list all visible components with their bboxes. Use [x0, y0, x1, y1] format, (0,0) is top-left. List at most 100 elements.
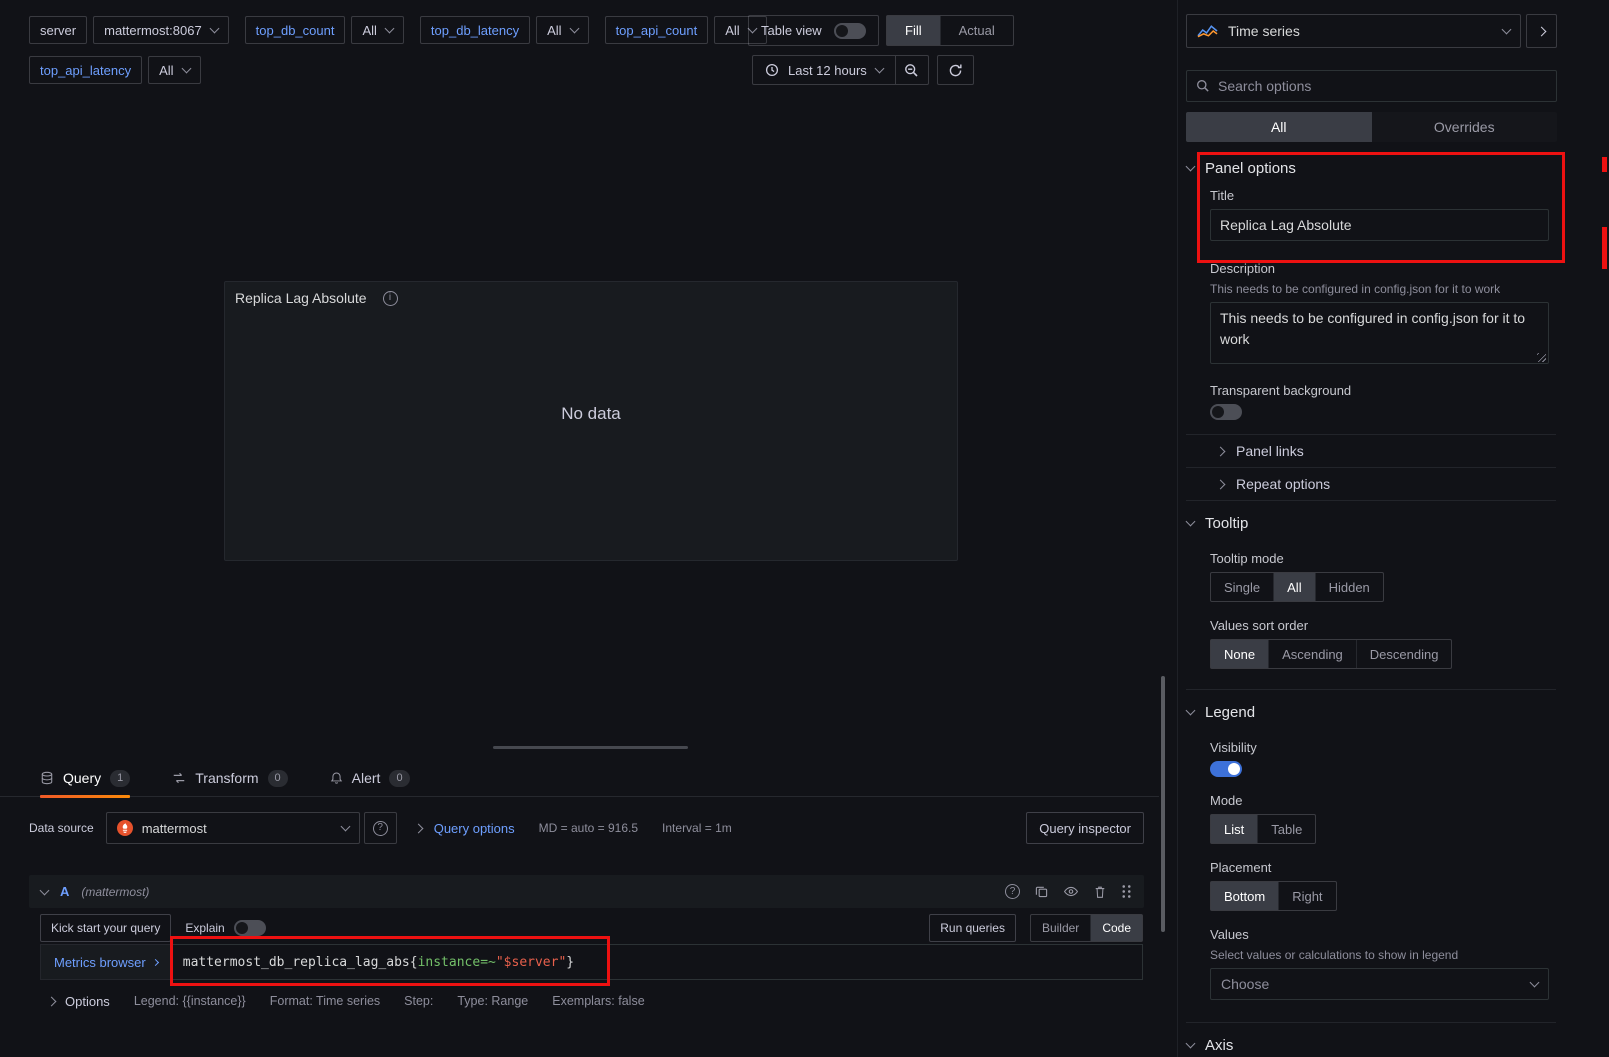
duplicate-query-icon[interactable]	[1035, 885, 1048, 898]
legend-mode-label: Mode	[1210, 793, 1556, 808]
tooltip-mode-single[interactable]: Single	[1211, 573, 1273, 601]
type-option: Type: Range	[457, 994, 528, 1008]
editor-tabs: Query 1 Transform 0 Alert 0	[0, 760, 1159, 797]
help-icon[interactable]: ?	[1005, 884, 1020, 899]
legend-header[interactable]: Legend	[1186, 700, 1556, 724]
chevron-right-icon	[1216, 446, 1226, 456]
tooltip-header[interactable]: Tooltip	[1186, 511, 1556, 535]
refresh-dashboard-button[interactable]	[937, 55, 974, 85]
zoom-out-time-button[interactable]	[896, 55, 929, 85]
legend-placement-field: Placement Bottom Right	[1210, 860, 1556, 911]
sort-descending[interactable]: Descending	[1356, 640, 1452, 668]
query-row-header[interactable]: A (mattermost) ?	[29, 875, 1144, 908]
query-options-md: MD = auto = 916.5	[539, 821, 638, 835]
visualization-picker[interactable]: Time series	[1186, 14, 1521, 48]
variable-picker-server[interactable]: mattermost:8067	[93, 16, 229, 44]
placement-right[interactable]: Right	[1278, 882, 1335, 910]
repeat-options-section[interactable]: Repeat options	[1186, 467, 1556, 500]
legend-values-select[interactable]: Choose	[1210, 968, 1549, 1000]
promql-query-input[interactable]: mattermost_db_replica_lag_abs{instance=~…	[171, 944, 1143, 980]
brace-token: {	[410, 955, 418, 970]
fill-option[interactable]: Fill	[887, 16, 940, 45]
description-hint: This needs to be configured in config.js…	[1210, 282, 1556, 297]
variable-picker-top-api-latency[interactable]: All	[148, 56, 200, 84]
datasource-help-button[interactable]: ?	[364, 812, 397, 844]
string-token: "$server"	[496, 955, 566, 970]
table-view-toggle[interactable]	[834, 23, 866, 39]
legend-mode-list[interactable]: List	[1211, 815, 1257, 843]
transparent-background-toggle[interactable]	[1210, 404, 1242, 420]
delete-query-icon[interactable]	[1094, 885, 1106, 899]
metrics-browser-button[interactable]: Metrics browser	[40, 944, 171, 980]
code-mode-option[interactable]: Code	[1090, 915, 1142, 941]
variable-top-db-count: top_db_count All	[245, 16, 404, 44]
variable-label-top-api-count: top_api_count	[605, 16, 709, 44]
tooltip-mode-hidden[interactable]: Hidden	[1315, 573, 1383, 601]
time-range-picker[interactable]: Last 12 hours	[752, 55, 896, 85]
pane-resize-handle[interactable]	[493, 746, 688, 749]
tab-transform[interactable]: Transform 0	[172, 760, 287, 797]
tab-label: Transform	[195, 770, 258, 786]
tooltip-mode-all[interactable]: All	[1273, 573, 1314, 601]
query-options-toggle[interactable]: Query options MD = auto = 916.5 Interval…	[415, 821, 732, 836]
scrollbar-thumb[interactable]	[1161, 676, 1165, 932]
chevron-down-icon	[181, 64, 191, 74]
panel-description-textarea[interactable]: This needs to be configured in config.js…	[1210, 302, 1549, 364]
panel-options-header[interactable]: Panel options	[1186, 156, 1609, 180]
options-tab-all[interactable]: All	[1186, 112, 1372, 142]
chevron-right-icon[interactable]	[47, 996, 57, 1006]
builder-mode-option[interactable]: Builder	[1031, 915, 1090, 941]
search-icon	[1196, 79, 1210, 93]
chevron-right-icon	[1216, 479, 1226, 489]
actual-option[interactable]: Actual	[940, 16, 1013, 45]
variable-value-text: All	[362, 23, 376, 38]
title-field-label: Title	[1210, 188, 1556, 203]
tab-count-badge: 0	[389, 770, 409, 787]
options-tab-overrides[interactable]: Overrides	[1372, 112, 1558, 142]
variable-label-top-api-latency: top_api_latency	[29, 56, 142, 84]
prometheus-icon	[117, 820, 133, 836]
options-label[interactable]: Options	[65, 994, 110, 1009]
chevron-down-icon	[1186, 162, 1196, 172]
no-data-message: No data	[225, 404, 957, 424]
transform-icon	[172, 771, 186, 785]
legend-mode-table[interactable]: Table	[1257, 815, 1315, 843]
variable-picker-top-db-latency[interactable]: All	[536, 16, 588, 44]
options-filter-tabs: All Overrides	[1186, 112, 1557, 142]
panel-title-input[interactable]	[1210, 209, 1549, 241]
chevron-right-icon	[413, 823, 423, 833]
variable-label-top-db-latency: top_db_latency	[420, 16, 530, 44]
datasource-picker[interactable]: mattermost	[106, 812, 360, 844]
collapse-query-row-icon[interactable]	[40, 885, 50, 895]
variable-picker-top-db-count[interactable]: All	[351, 16, 403, 44]
database-icon	[40, 771, 54, 785]
tooltip-mode-group: Single All Hidden	[1210, 572, 1384, 602]
hide-query-icon[interactable]	[1063, 886, 1079, 897]
sort-none[interactable]: None	[1211, 640, 1268, 668]
options-search	[1186, 70, 1557, 102]
run-queries-button[interactable]: Run queries	[929, 914, 1016, 942]
axis-header[interactable]: Axis	[1186, 1033, 1556, 1057]
annotation-scroll-marker	[1602, 227, 1607, 269]
info-icon: i	[383, 291, 398, 306]
variable-value-text: mattermost:8067	[104, 23, 202, 38]
query-toolbar: Kick start your query Explain Run querie…	[40, 913, 1143, 943]
drag-handle-icon[interactable]	[1121, 884, 1132, 899]
tab-label: Alert	[352, 770, 381, 786]
sort-ascending[interactable]: Ascending	[1268, 640, 1356, 668]
kick-start-query-button[interactable]: Kick start your query	[40, 914, 171, 942]
placement-bottom[interactable]: Bottom	[1211, 882, 1278, 910]
tab-query[interactable]: Query 1	[40, 760, 130, 797]
variable-label-top-db-count: top_db_count	[245, 16, 346, 44]
explain-toggle[interactable]	[234, 920, 266, 936]
collapse-options-pane-button[interactable]	[1526, 14, 1557, 48]
chevron-down-icon	[1530, 978, 1540, 988]
legend-visibility-toggle[interactable]	[1210, 761, 1242, 777]
tab-alert[interactable]: Alert 0	[330, 760, 410, 797]
query-inspector-button[interactable]: Query inspector	[1026, 812, 1144, 844]
search-options-input[interactable]	[1218, 78, 1547, 94]
brace-token: }	[566, 955, 574, 970]
panel-links-section[interactable]: Panel links	[1186, 434, 1556, 467]
variable-top-db-latency: top_db_latency All	[420, 16, 589, 44]
panel-header[interactable]: Replica Lag Absolute i	[225, 282, 957, 314]
